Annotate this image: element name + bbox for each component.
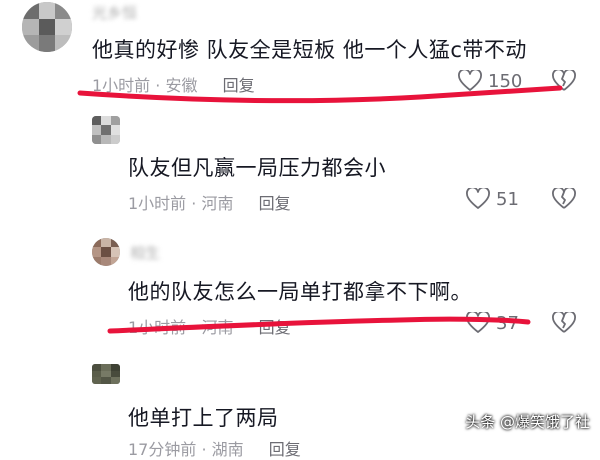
comment-2: 队友但凡赢一局压力都会小 1小时前 · 河南 回复 51: [0, 110, 600, 220]
avatar[interactable]: [92, 364, 120, 384]
reply-button[interactable]: 回复: [259, 194, 291, 213]
broken-heart-icon[interactable]: [552, 188, 576, 210]
location: 湖南: [211, 440, 244, 459]
location: 河南: [201, 318, 234, 337]
comment-text: 队友但凡赢一局压力都会小: [128, 156, 386, 180]
comment-meta: 1小时前 · 安徽 回复: [92, 76, 255, 95]
heart-outline-icon: [466, 312, 490, 334]
comment-meta: 1小时前 · 河南 回复: [128, 318, 291, 337]
like-button[interactable]: 150: [458, 70, 522, 92]
reply-button[interactable]: 回复: [259, 318, 291, 337]
location: 河南: [201, 194, 234, 213]
avatar[interactable]: [92, 116, 120, 144]
like-count: 150: [488, 70, 523, 92]
like-button[interactable]: 37: [466, 312, 519, 334]
timestamp: 1小时前: [128, 318, 187, 337]
username[interactable]: 光乡恒: [92, 2, 137, 23]
heart-outline-icon: [458, 70, 482, 92]
timestamp: 17分钟前: [128, 440, 197, 459]
timestamp: 1小时前: [92, 76, 151, 95]
comment-3: 相生 他的队友怎么一局单打都拿不下啊。 1小时前 · 河南 回复 37: [0, 232, 600, 342]
broken-heart-icon[interactable]: [552, 70, 576, 92]
comment-text: 他单打上了两局: [128, 406, 279, 430]
username[interactable]: 相生: [130, 242, 160, 263]
comment-text: 他真的好惨 队友全是短板 他一个人猛c带不动: [92, 38, 527, 62]
avatar[interactable]: [92, 238, 120, 266]
watermark: 头条 @爆笑饿了社: [465, 413, 590, 431]
heart-outline-icon: [466, 188, 490, 210]
reply-button[interactable]: 回复: [269, 440, 301, 459]
comment-meta: 17分钟前 · 湖南 回复: [128, 440, 301, 459]
like-count: 51: [496, 188, 519, 210]
comment-1: 光乡恒 他真的好惨 队友全是短板 他一个人猛c带不动 1小时前 · 安徽 回复 …: [0, 0, 600, 110]
comment-meta: 1小时前 · 河南 回复: [128, 194, 291, 213]
timestamp: 1小时前: [128, 194, 187, 213]
like-count: 37: [496, 312, 519, 334]
comment-text: 他的队友怎么一局单打都拿不下啊。: [128, 280, 472, 304]
reply-button[interactable]: 回复: [223, 76, 255, 95]
avatar[interactable]: [22, 2, 72, 52]
like-button[interactable]: 51: [466, 188, 519, 210]
broken-heart-icon[interactable]: [552, 312, 576, 334]
location: 安徽: [165, 76, 198, 95]
